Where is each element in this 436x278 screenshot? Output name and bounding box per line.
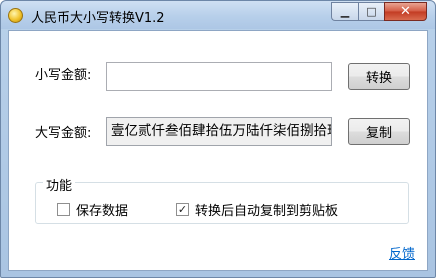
minimize-icon: ▁ xyxy=(340,5,350,18)
close-button[interactable]: ✕ xyxy=(384,2,427,21)
copy-button[interactable]: 复制 xyxy=(348,118,410,145)
title-bar[interactable]: 人民币大小写转换V1.2 ▁ □ ✕ xyxy=(1,1,435,29)
auto-copy-checkbox[interactable]: ✓ 转换后自动复制到剪贴板 xyxy=(176,200,338,219)
checkbox-box[interactable] xyxy=(57,203,70,216)
small-amount-input[interactable] xyxy=(106,62,332,91)
feedback-link[interactable]: 反馈 xyxy=(389,243,415,262)
big-amount-field[interactable]: 壹亿贰仟叁佰肆拾伍万陆仟柒佰捌拾玖元柒 xyxy=(106,117,332,146)
app-icon xyxy=(8,8,23,23)
auto-copy-label: 转换后自动复制到剪贴板 xyxy=(195,204,339,219)
client-area: 小写金额: 转换 大写金额: 壹亿贰仟叁佰肆拾伍万陆仟柒佰捌拾玖元柒 复制 功能… xyxy=(8,30,428,271)
big-amount-label: 大写金额: xyxy=(35,126,92,141)
save-data-label: 保存数据 xyxy=(76,204,129,219)
maximize-button[interactable]: □ xyxy=(358,2,384,21)
window-title: 人民币大小写转换V1.2 xyxy=(31,11,165,26)
maximize-icon: □ xyxy=(366,5,377,18)
minimize-button[interactable]: ▁ xyxy=(331,2,358,21)
save-data-checkbox[interactable]: 保存数据 xyxy=(57,200,128,219)
small-amount-label: 小写金额: xyxy=(35,68,92,83)
caption-buttons: ▁ □ ✕ xyxy=(331,2,427,21)
features-group-title: 功能 xyxy=(43,175,76,194)
close-icon: ✕ xyxy=(400,4,411,19)
checkbox-box-checked[interactable]: ✓ xyxy=(176,203,189,216)
app-window: 人民币大小写转换V1.2 ▁ □ ✕ 小写金额: 转换 大写金额: 壹亿贰仟叁佰… xyxy=(0,0,436,278)
convert-button[interactable]: 转换 xyxy=(348,63,410,90)
